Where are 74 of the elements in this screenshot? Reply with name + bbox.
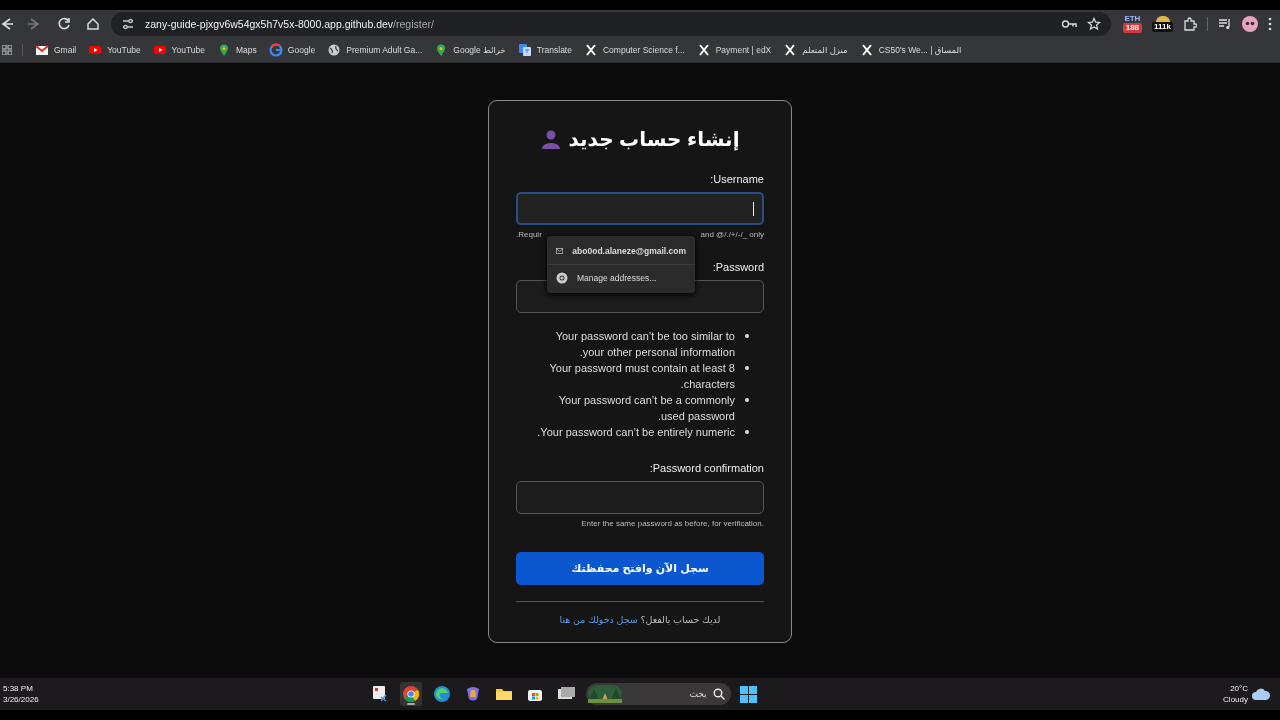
media-icon[interactable] [1218,17,1232,31]
home-icon[interactable] [85,16,101,32]
bookmark[interactable]: CS50's We... | المساق [859,43,962,57]
translate-icon [517,43,532,57]
clock-date: 3/26/2026 [3,694,39,705]
field-label: Username: [709,173,764,185]
clock-time: 5:38 PM [3,683,34,694]
back-icon[interactable] [0,16,14,32]
mail-icon [35,43,49,57]
search-placeholder: بحث [688,689,707,699]
windows-start-icon[interactable] [739,685,757,703]
key-icon[interactable] [1060,17,1077,31]
x-logo-icon [859,43,874,57]
mail-icon [556,246,564,256]
star-icon[interactable] [1086,17,1101,31]
x-logo-icon [583,43,598,57]
field-label: Password confirmation: [648,462,764,474]
taskbar-search[interactable]: بحث [585,683,731,705]
login-link[interactable]: سجل دخولك من هنا [559,614,638,625]
help-text: .Requir [516,230,542,239]
rule-text: Your password can’t be a commonly used password. [557,393,735,424]
bookmark[interactable]: Computer Science f... [583,43,685,57]
autofill-item[interactable]: Manage addresses... [547,265,695,291]
temperature: 20°C [1230,683,1248,694]
globe-icon [327,43,342,57]
autofill-item[interactable]: abo0od.alaneze@gmail.com [547,238,695,265]
reload-icon[interactable] [56,16,72,32]
bullet-icon [745,430,749,434]
play-icon [88,43,103,57]
bookmark[interactable]: YouTube [88,43,141,57]
bookmark[interactable]: Google [268,43,316,57]
active-indicator [406,703,415,705]
weather-text: Cloudy [1223,694,1248,705]
bullet-icon [745,366,749,370]
page-title: إنشاء حساب جديد [568,127,740,151]
search-icon [712,688,725,700]
chrome-icon [556,272,568,284]
apps-icon[interactable] [2,45,12,55]
avatar-icon[interactable] [1242,16,1258,32]
site-settings-icon[interactable] [121,17,135,31]
url-text: zany-guide-pjxgv6w54gx5h7v5x-8000.app.github.dev/register/ [145,18,434,30]
user-icon [540,129,561,149]
register-button[interactable]: سجل الآن وافتح محفظتك [516,552,764,585]
google-icon [268,43,283,57]
bookmark[interactable]: Translate [517,43,572,57]
snipping-tool-icon[interactable] [370,685,389,703]
field-label: Password: [711,261,764,273]
password-confirmation-field[interactable] [516,481,764,514]
bullet-icon [745,334,749,338]
edge-icon[interactable] [432,685,451,703]
bookmark[interactable]: Payment | edX [696,43,772,57]
chrome-icon[interactable] [401,685,420,703]
help-text: and @/./+/-/_ only [700,230,764,239]
bookmark[interactable]: Premium Adult Ga... [327,43,423,57]
login-prompt: لديك حساب بالفعل؟ سجل دخولك من هنا [558,614,722,625]
bookmark[interactable]: منزل المتعلم [783,43,848,57]
bookmark[interactable]: Google خرائط [434,43,506,57]
help-text: Enter the same password as before, for verification. [580,519,764,528]
bookmark[interactable]: YouTube [152,43,205,57]
username-field[interactable] [516,192,764,225]
menu-icon[interactable] [1268,17,1272,31]
bookmark[interactable]: Maps [217,43,257,57]
rule-text: Your password can’t be too similar to your other personal information. [554,329,735,360]
x-logo-icon [783,43,798,57]
map-pin-icon [217,43,231,57]
bullet-icon [745,398,749,402]
rule-text: Your password must contain at least 8 characters. [548,361,735,392]
play-icon [152,43,167,57]
x-logo-icon [696,43,711,57]
rule-text: Your password can’t be entirely numeric. [536,425,735,440]
bookmark[interactable]: Gmail [35,43,77,57]
address-bar[interactable]: zany-guide-pjxgv6w54gx5h7v5x-8000.app.github.dev/register/ [111,12,1111,36]
cloud-icon [1252,688,1270,700]
puzzle-icon[interactable] [1183,17,1197,31]
